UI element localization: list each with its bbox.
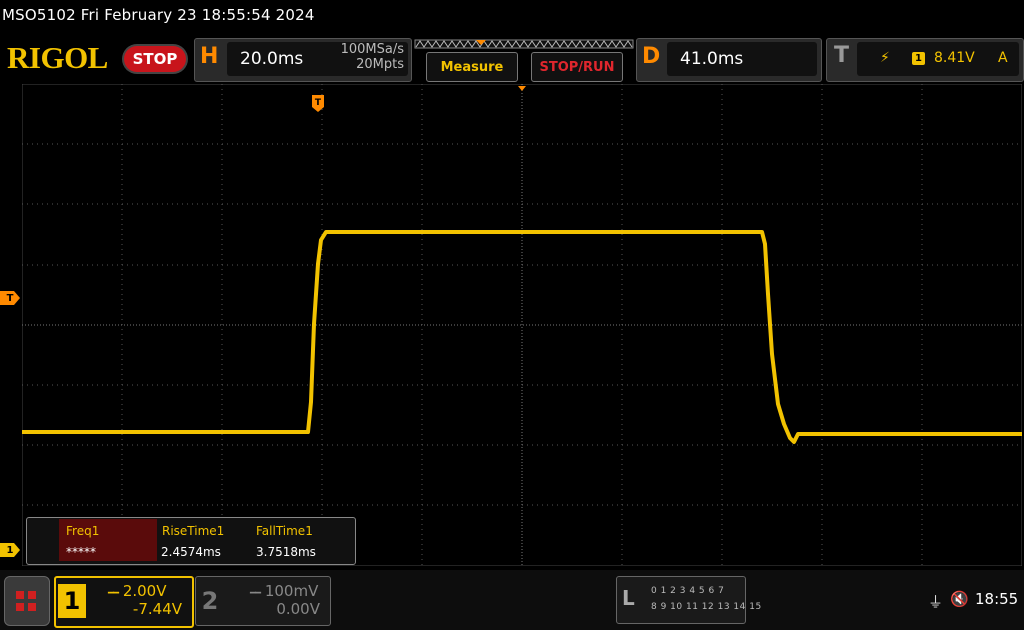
channel-1-scale: ━━ 2.00V bbox=[108, 582, 167, 600]
model-datetime: MSO5102 Fri February 23 18:55:54 2024 bbox=[2, 6, 315, 24]
measure-button[interactable]: Measure bbox=[426, 52, 518, 82]
logic-channels-row-2: 8 9 10 11 12 13 14 15 bbox=[651, 602, 762, 612]
trigger-source: 1 bbox=[912, 52, 925, 65]
channel-1-scale-value: 2.00V bbox=[122, 582, 167, 600]
trigger-mode: A bbox=[998, 50, 1008, 66]
ch1-offset-marker[interactable]: 1 bbox=[0, 543, 20, 557]
measurement-value-falltime: 3.7518ms bbox=[256, 545, 316, 559]
trigger-position-label: T bbox=[315, 98, 322, 108]
main-menu-button[interactable] bbox=[4, 576, 50, 626]
measurement-label-risetime: RiseTime1 bbox=[162, 524, 225, 538]
status-clock: 18:55 bbox=[975, 590, 1019, 608]
rising-edge-icon: ⚡ bbox=[880, 50, 890, 66]
run-state-badge[interactable]: STOP bbox=[124, 46, 186, 72]
logic-analyzer-label: L bbox=[622, 586, 635, 610]
channel-1-number: 1 bbox=[58, 584, 86, 618]
horizontal-label: H bbox=[200, 44, 219, 69]
sample-rate: 100MSa/s bbox=[340, 42, 404, 57]
logic-channels-row-1: 0 1 2 3 4 5 6 7 bbox=[651, 586, 725, 596]
sample-info: 100MSa/s 20Mpts bbox=[310, 42, 404, 72]
measurement-value-freq: ***** bbox=[66, 545, 96, 559]
measurement-value-risetime: 2.4574ms bbox=[161, 545, 221, 559]
measurement-label-falltime: FallTime1 bbox=[256, 524, 313, 538]
channel-2-scale: ━━ 100mV bbox=[250, 582, 318, 600]
delay-label: D bbox=[642, 44, 661, 69]
channel-2-scale-value: 100mV bbox=[264, 582, 319, 600]
channel-1-offset: -7.44V bbox=[132, 600, 182, 618]
memory-depth: 20Mpts bbox=[356, 57, 404, 72]
trigger-level-marker[interactable]: T bbox=[0, 291, 20, 305]
waveform-display[interactable]: T bbox=[22, 84, 1022, 566]
channel-2-offset: 0.00V bbox=[276, 600, 320, 618]
trigger-label: T bbox=[834, 43, 850, 68]
dc-coupling-icon: ━━ bbox=[108, 588, 119, 599]
measurement-label-freq: Freq1 bbox=[66, 524, 100, 538]
speaker-muted-icon[interactable]: 🔇 bbox=[950, 590, 969, 608]
usb-icon: ⏚ bbox=[928, 593, 944, 611]
delay-value: 41.0ms bbox=[680, 49, 744, 69]
dc-coupling-icon: ━━ bbox=[250, 588, 261, 599]
rigol-logo: RIGOL bbox=[7, 40, 108, 75]
memory-overview bbox=[414, 39, 634, 49]
logic-analyzer-panel[interactable] bbox=[616, 576, 746, 624]
trigger-level: 8.41V bbox=[934, 50, 975, 66]
timebase-value: 20.0ms bbox=[240, 49, 304, 69]
stop-run-button[interactable]: STOP/RUN bbox=[531, 52, 623, 82]
channel-2-number: 2 bbox=[201, 587, 219, 615]
